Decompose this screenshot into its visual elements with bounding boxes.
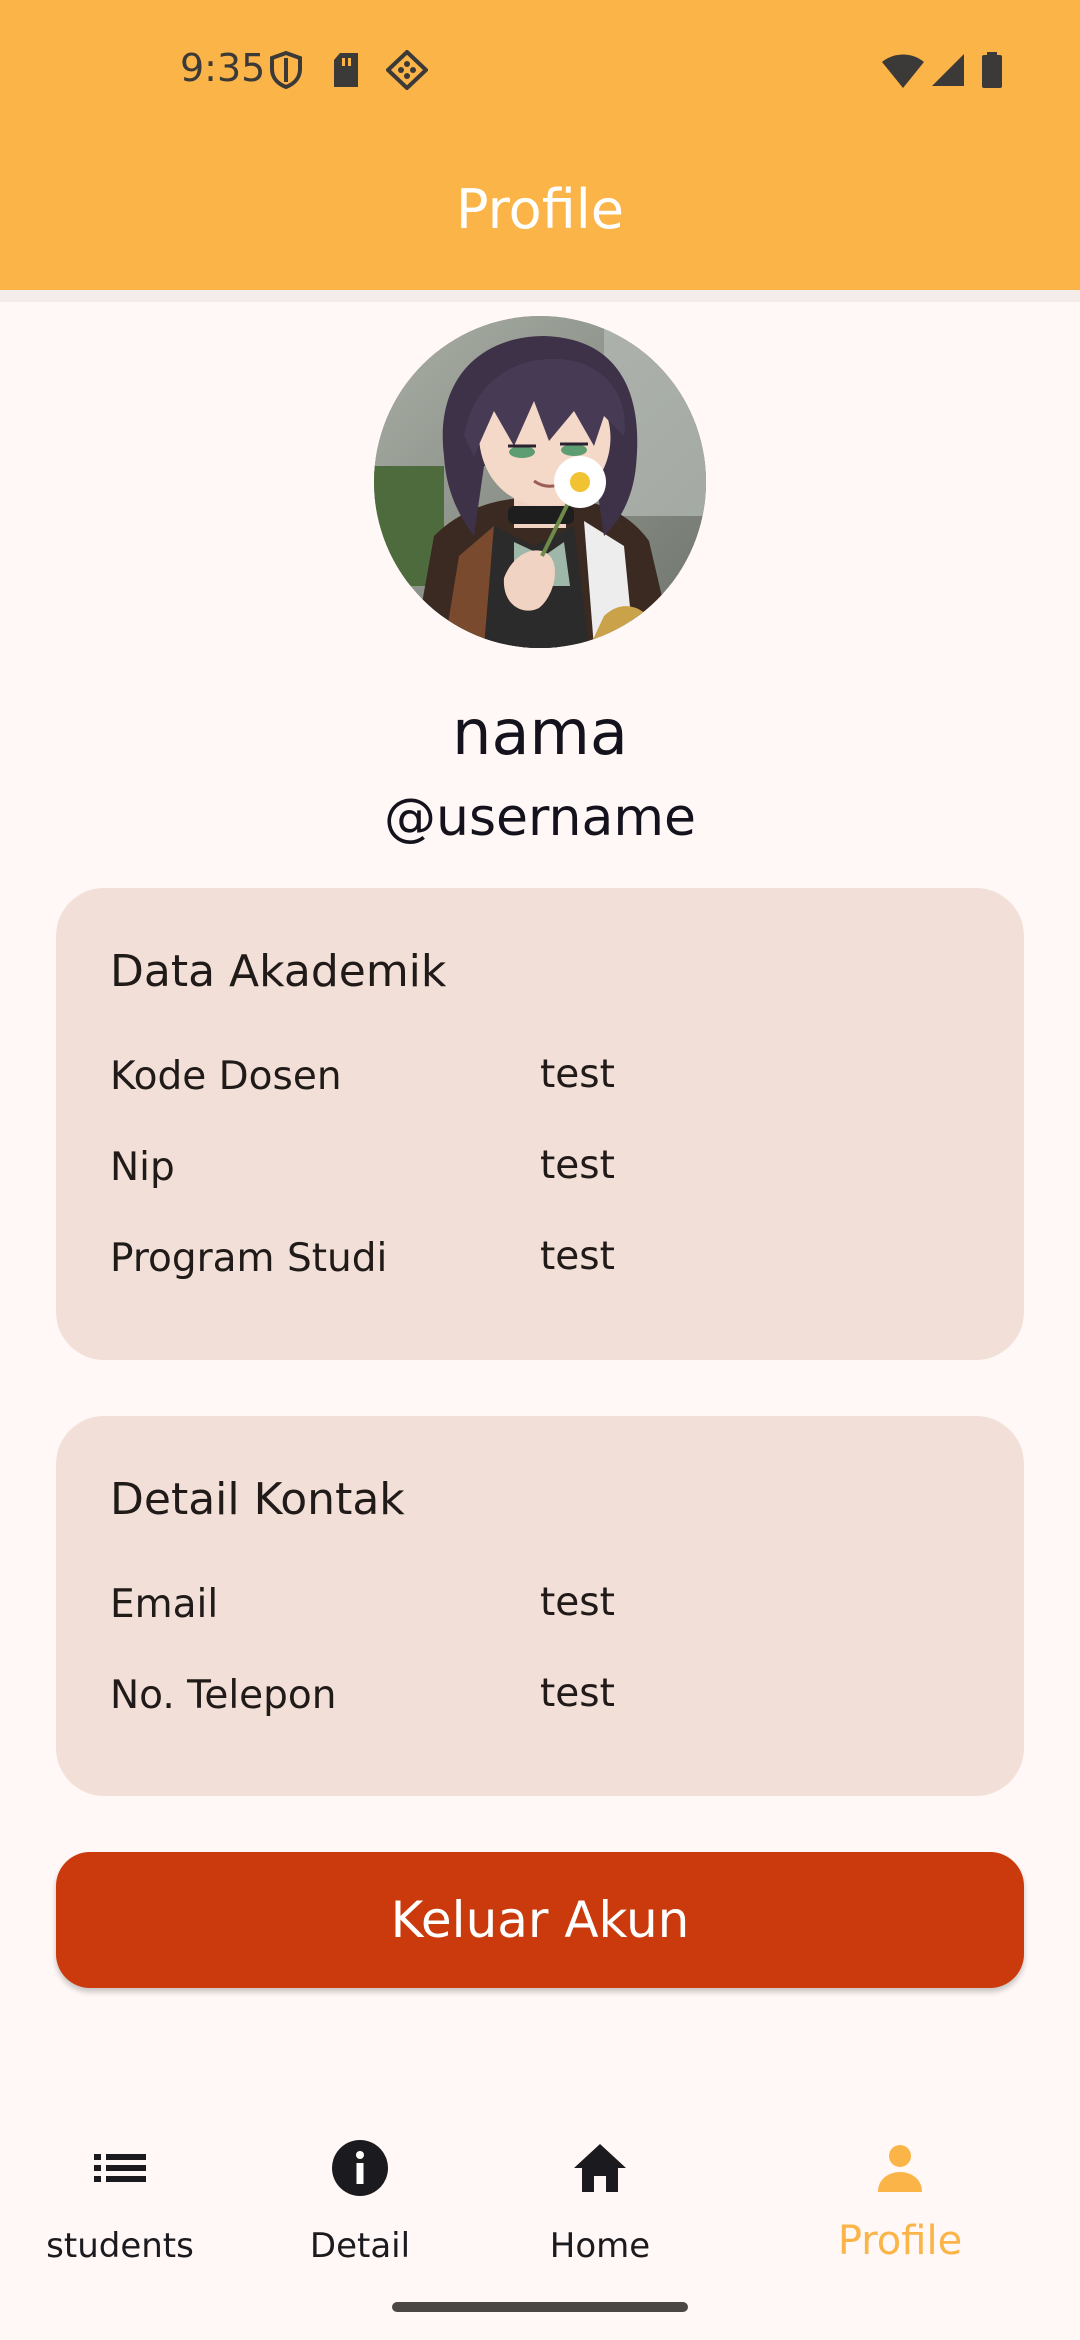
nfc-diamond-icon	[386, 50, 428, 90]
row-value-nip: test	[540, 1143, 615, 1188]
status-bar: 9:35	[0, 0, 1080, 140]
sd-card-icon	[334, 53, 358, 87]
row-label-nip: Nip	[110, 1145, 175, 1190]
logout-button[interactable]: Keluar Akun	[56, 1852, 1024, 1988]
info-icon	[240, 2138, 480, 2198]
avatar	[374, 316, 706, 648]
app-bar: 9:35 Profile	[0, 0, 1080, 290]
row-value-program-studi: test	[540, 1234, 615, 1279]
home-icon	[480, 2138, 720, 2198]
row-label-no-telepon: No. Telepon	[110, 1673, 337, 1718]
person-icon	[780, 2138, 1020, 2198]
page-title: Profile	[456, 178, 624, 241]
row-label-email: Email	[110, 1582, 219, 1627]
header-divider	[0, 290, 1080, 302]
home-indicator[interactable]	[392, 2302, 688, 2312]
avatar-image	[374, 316, 706, 648]
wifi-icon	[882, 54, 924, 88]
row-value-kode-dosen: test	[540, 1052, 615, 1097]
nav-item-home[interactable]: Home	[480, 2108, 720, 2268]
signal-icon	[932, 54, 964, 86]
row-label-kode-dosen: Kode Dosen	[110, 1054, 342, 1099]
academic-data-card: Data Akademik Kode Dosen test Nip test P…	[56, 888, 1024, 1360]
nav-label-home: Home	[549, 2226, 651, 2266]
nav-label-profile: Profile	[837, 2218, 963, 2264]
shield-icon	[270, 50, 302, 90]
nav-label-detail: Detail	[309, 2226, 411, 2266]
row-value-email: test	[540, 1580, 615, 1625]
nav-item-students[interactable]: students	[0, 2108, 240, 2268]
card-title: Detail Kontak	[110, 1474, 405, 1525]
profile-name: nama	[452, 696, 628, 769]
nav-item-detail[interactable]: Detail	[240, 2108, 480, 2268]
list-icon	[0, 2138, 240, 2198]
nav-label-students: students	[46, 2226, 194, 2266]
row-label-program-studi: Program Studi	[110, 1236, 388, 1281]
profile-username: @username	[384, 788, 696, 848]
row-value-no-telepon: test	[540, 1671, 615, 1716]
battery-icon	[982, 52, 1002, 88]
contact-detail-card: Detail Kontak Email test No. Telepon tes…	[56, 1416, 1024, 1796]
status-time: 9:35	[180, 46, 266, 90]
nav-item-profile[interactable]: Profile	[780, 2108, 1020, 2268]
card-title: Data Akademik	[110, 946, 447, 997]
